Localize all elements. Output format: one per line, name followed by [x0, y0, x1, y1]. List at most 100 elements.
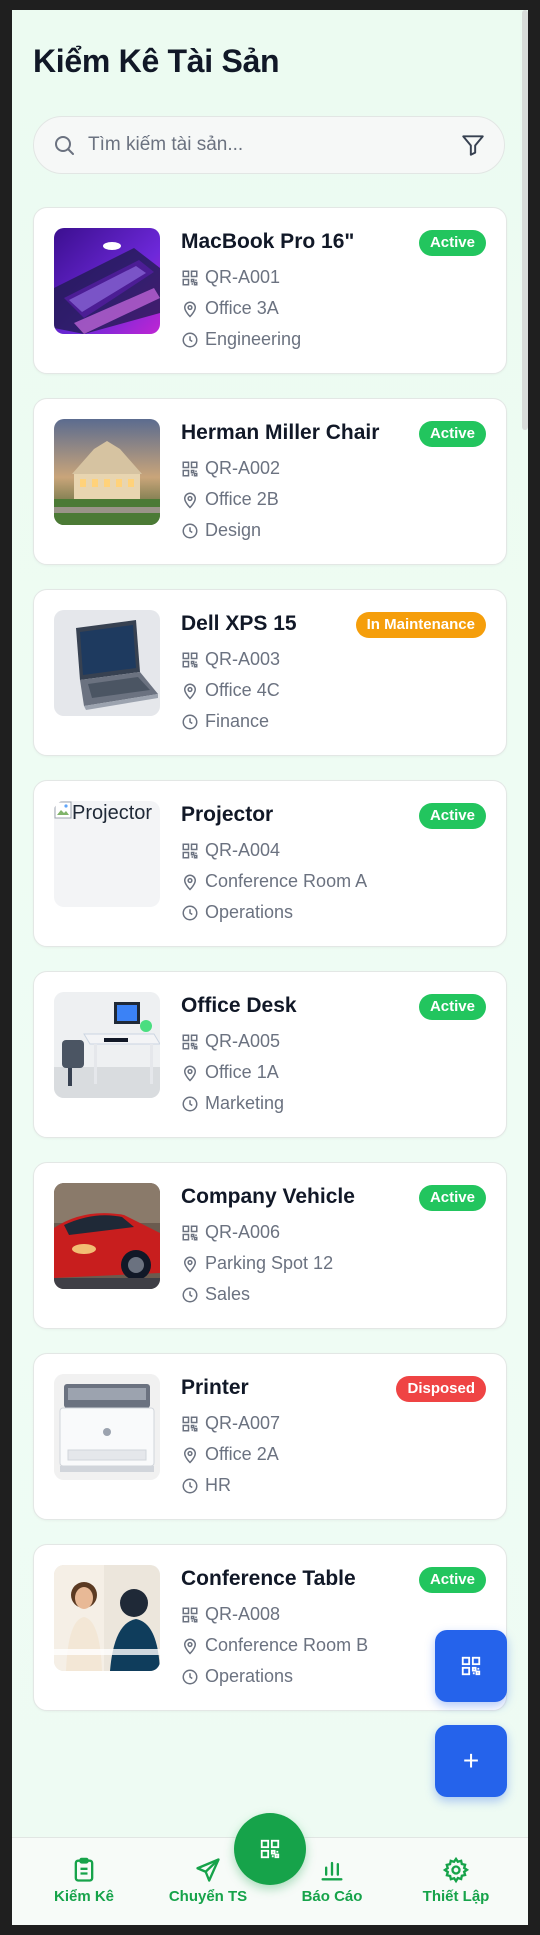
asset-location: Office 3A — [205, 298, 279, 318]
search-input[interactable] — [86, 124, 460, 166]
asset-card[interactable]: MacBook Pro 16" Active QR-A001 Office 3A… — [33, 207, 507, 374]
clock-icon — [181, 522, 199, 540]
scan-qr-button[interactable] — [435, 1630, 507, 1702]
asset-department: Marketing — [205, 1093, 285, 1113]
asset-department: Operations — [205, 902, 294, 922]
asset-location: Conference Room B — [205, 1635, 369, 1655]
asset-location: Office 2A — [205, 1444, 279, 1464]
asset-location: Parking Spot 12 — [205, 1253, 334, 1273]
status-badge: Active — [418, 803, 486, 829]
asset-department: Sales — [205, 1284, 251, 1304]
asset-code: QR-A005 — [205, 1031, 281, 1051]
qr-code-icon — [181, 1606, 199, 1624]
asset-location: Office 4C — [205, 680, 280, 700]
asset-name: Dell XPS 15 — [181, 612, 297, 635]
asset-name: Projector — [181, 803, 274, 826]
asset-image-meeting — [54, 1565, 160, 1671]
broken-image-icon — [54, 801, 72, 819]
nav-label: Thiết Lập — [422, 1888, 490, 1905]
asset-image-desk — [54, 992, 160, 1098]
asset-name: MacBook Pro 16" — [181, 230, 355, 253]
clock-icon — [181, 713, 199, 731]
clock-icon — [181, 331, 199, 349]
location-pin-icon — [181, 491, 199, 509]
asset-image-house — [54, 419, 160, 525]
asset-image-laptop-gray — [54, 610, 160, 716]
qr-code-icon — [181, 1224, 199, 1242]
asset-location: Office 1A — [205, 1062, 279, 1082]
location-pin-icon — [181, 873, 199, 891]
status-badge: Active — [418, 1567, 486, 1593]
send-icon — [194, 1856, 222, 1884]
qr-code-icon — [181, 269, 199, 287]
gear-icon — [442, 1856, 470, 1884]
asset-card[interactable]: Dell XPS 15 In Maintenance QR-A003 Offic… — [33, 589, 507, 756]
asset-image-car — [54, 1183, 160, 1289]
asset-code: QR-A003 — [205, 649, 281, 669]
asset-card[interactable]: Office Desk Active QR-A005 Office 1A Mar… — [33, 971, 507, 1138]
add-asset-button[interactable]: + — [435, 1725, 507, 1797]
status-badge: Active — [418, 994, 486, 1020]
nav-item-kiem-ke[interactable]: Kiểm Kê — [34, 1856, 134, 1905]
location-pin-icon — [181, 1255, 199, 1273]
location-pin-icon — [181, 300, 199, 318]
clock-icon — [181, 1095, 199, 1113]
nav-label: Kiểm Kê — [53, 1888, 115, 1905]
asset-card[interactable]: Herman Miller Chair Active QR-A002 Offic… — [33, 398, 507, 565]
asset-name: Company Vehicle — [181, 1185, 355, 1208]
status-badge: Active — [418, 421, 486, 447]
asset-code: QR-A002 — [205, 458, 281, 478]
nav-item-thiet-lap[interactable]: Thiết Lập — [406, 1856, 506, 1905]
asset-image-laptop — [54, 228, 160, 334]
bar-chart-icon — [318, 1856, 346, 1884]
location-pin-icon — [181, 1637, 199, 1655]
asset-department: HR — [205, 1475, 231, 1495]
asset-code: QR-A006 — [205, 1222, 281, 1242]
scrollbar[interactable] — [522, 10, 528, 430]
asset-name: Office Desk — [181, 994, 297, 1017]
qr-code-icon — [181, 1415, 199, 1433]
qr-scan-icon — [460, 1655, 482, 1677]
nav-label: Báo Cáo — [301, 1888, 363, 1905]
asset-location: Office 2B — [205, 489, 279, 509]
page-title: Kiểm Kê Tài Sản — [33, 43, 280, 79]
asset-location: Conference Room A — [205, 871, 368, 891]
qr-scan-icon — [259, 1838, 281, 1860]
qr-code-icon — [181, 651, 199, 669]
asset-image-broken: Projector — [54, 801, 160, 907]
status-badge: Active — [418, 230, 486, 256]
image-alt-text: Projector — [72, 802, 153, 824]
asset-department: Operations — [205, 1666, 294, 1686]
center-scan-button[interactable] — [234, 1813, 306, 1885]
asset-department: Finance — [205, 711, 270, 731]
status-badge: In Maintenance — [355, 612, 486, 638]
asset-code: QR-A001 — [205, 267, 281, 287]
clock-icon — [181, 1668, 199, 1686]
location-pin-icon — [181, 682, 199, 700]
plus-icon: + — [462, 1745, 480, 1776]
asset-name: Herman Miller Chair — [181, 421, 380, 444]
asset-code: QR-A004 — [205, 840, 281, 860]
filter-icon[interactable] — [460, 132, 486, 158]
clock-icon — [181, 1286, 199, 1304]
qr-code-icon — [181, 1033, 199, 1051]
asset-image-printer — [54, 1374, 160, 1480]
asset-card[interactable]: Company Vehicle Active QR-A006 Parking S… — [33, 1162, 507, 1329]
asset-department: Engineering — [205, 329, 302, 349]
asset-card[interactable]: Projector Projector Active QR-A004 Confe… — [33, 780, 507, 947]
search-icon — [52, 133, 76, 157]
asset-card[interactable]: Printer Disposed QR-A007 Office 2A HR — [33, 1353, 507, 1520]
clock-icon — [181, 1477, 199, 1495]
nav-label: Chuyển TS — [168, 1888, 248, 1905]
clipboard-icon — [70, 1856, 98, 1884]
asset-code: QR-A007 — [205, 1413, 281, 1433]
asset-name: Conference Table — [181, 1567, 356, 1590]
clock-icon — [181, 904, 199, 922]
asset-department: Design — [205, 520, 262, 540]
location-pin-icon — [181, 1064, 199, 1082]
qr-code-icon — [181, 842, 199, 860]
location-pin-icon — [181, 1446, 199, 1464]
search-bar[interactable] — [33, 116, 505, 174]
asset-code: QR-A008 — [205, 1604, 281, 1624]
status-badge: Active — [418, 1185, 486, 1211]
